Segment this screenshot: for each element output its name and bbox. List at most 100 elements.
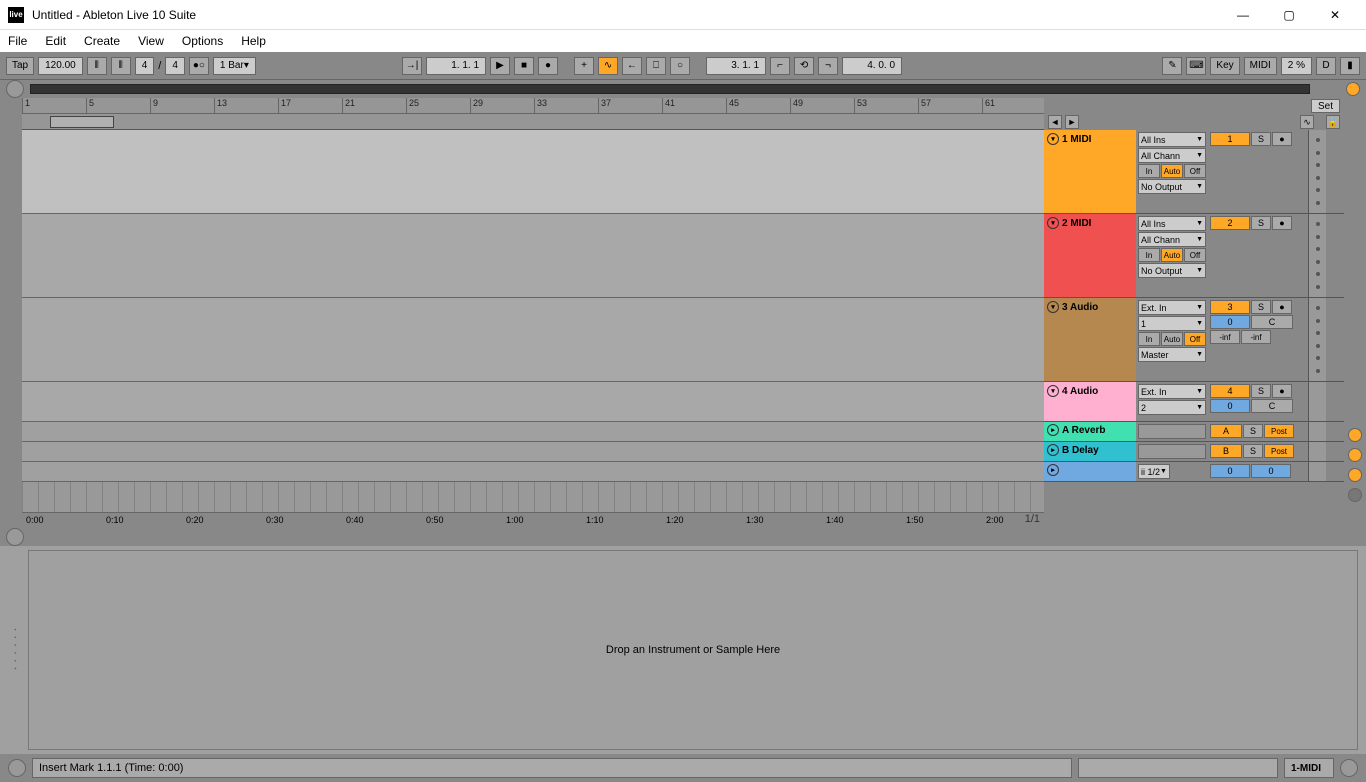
close-button[interactable]: ✕ (1312, 0, 1358, 30)
output-type-dropdown[interactable]: Master▼ (1138, 347, 1206, 362)
session-record-button[interactable]: ○ (670, 57, 690, 75)
device-drop-area[interactable]: • • • • • • Drop an Instrument or Sample… (28, 550, 1358, 750)
post-button[interactable]: Post (1264, 444, 1294, 458)
menu-help[interactable]: Help (241, 34, 266, 48)
monitor-off-button[interactable]: Off (1184, 332, 1206, 346)
automation-mode-icon[interactable]: ∿ (1300, 115, 1314, 129)
track-header-1[interactable]: ▾1 MIDI All Ins▼ All Chann▼ In Auto Off … (1044, 130, 1344, 214)
solo-button[interactable]: S (1251, 300, 1271, 314)
minimize-button[interactable]: — (1220, 0, 1266, 30)
track-header-4[interactable]: ▾4 Audio Ext. In▼ 2▼ 4 S ● 0 C (1044, 382, 1344, 422)
tempo-nudge-up[interactable]: ⦀ (111, 57, 131, 75)
stop-button[interactable]: ■ (514, 57, 534, 75)
arrangement-loop-region[interactable] (50, 116, 114, 128)
punch-in-button[interactable]: ⌐ (770, 57, 790, 75)
send-b-value[interactable]: -inf (1241, 330, 1271, 344)
fold-icon[interactable]: ▸ (1047, 464, 1059, 476)
prev-locator-icon[interactable]: ◄ (1048, 115, 1062, 129)
midi-map-button[interactable]: MIDI (1244, 57, 1277, 75)
maximize-button[interactable]: ▢ (1266, 0, 1312, 30)
track-header-master[interactable]: ▸ ii 1/2▼ 0 0 (1044, 462, 1344, 482)
arm-button[interactable]: ● (1272, 132, 1292, 146)
automation-arm-button[interactable]: ∿ (598, 57, 618, 75)
track-header-return-a[interactable]: ▸A Reverb A S Post (1044, 422, 1344, 442)
set-locator-button[interactable]: Set (1311, 99, 1340, 113)
menu-file[interactable]: File (8, 34, 27, 48)
io-section-toggle-icon[interactable] (1348, 428, 1362, 442)
draw-mode-button[interactable]: ✎ (1162, 57, 1182, 75)
fold-icon[interactable]: ▾ (1047, 217, 1059, 229)
track-activator-button[interactable]: B (1210, 444, 1242, 458)
follow-button[interactable]: →| (402, 57, 422, 75)
track-lane-1[interactable] (22, 130, 1044, 214)
loop-button[interactable]: ⟲ (794, 57, 814, 75)
detail-toggle-icon[interactable] (1340, 759, 1358, 777)
tempo-nudge-down[interactable]: ⦀ (87, 57, 107, 75)
side-selector-top[interactable] (1346, 82, 1360, 96)
cue-out-dropdown[interactable]: ii 1/2▼ (1138, 464, 1170, 479)
track-activator-button[interactable]: 2 (1210, 216, 1250, 230)
fold-icon[interactable]: ▾ (1047, 301, 1059, 313)
send-a-value[interactable]: -inf (1210, 330, 1240, 344)
track-name[interactable]: A Reverb (1062, 425, 1106, 436)
output-type-dropdown[interactable]: No Output▼ (1138, 179, 1206, 194)
tap-tempo-button[interactable]: Tap (6, 57, 34, 75)
arrangement-overview[interactable] (30, 84, 1310, 94)
next-locator-icon[interactable]: ► (1065, 115, 1079, 129)
lock-envelopes-icon[interactable]: 🔒 (1326, 115, 1340, 129)
solo-button[interactable]: S (1243, 424, 1263, 438)
input-channel-dropdown[interactable]: All Chann▼ (1138, 148, 1206, 163)
fold-icon[interactable]: ▾ (1047, 133, 1059, 145)
track-header-return-b[interactable]: ▸B Delay B S Post (1044, 442, 1344, 462)
pan-knob[interactable]: C (1251, 399, 1293, 413)
arm-button[interactable]: ● (1272, 384, 1292, 398)
track-lane-return-b[interactable] (22, 442, 1044, 462)
return-section-toggle-icon[interactable] (1348, 448, 1362, 462)
quantize-menu[interactable]: 1 Bar ▾ (213, 57, 256, 75)
track-activator-button[interactable]: 4 (1210, 384, 1250, 398)
monitor-auto-button[interactable]: Auto (1161, 248, 1183, 262)
input-type-dropdown[interactable]: Ext. In▼ (1138, 300, 1206, 315)
return-io[interactable] (1138, 424, 1206, 439)
delay-section-toggle-icon[interactable] (1348, 488, 1362, 502)
loop-start[interactable]: 3. 1. 1 (706, 57, 766, 75)
solo-button[interactable]: S (1251, 216, 1271, 230)
input-channel-dropdown[interactable]: 2▼ (1138, 400, 1206, 415)
mixer-section-toggle-icon[interactable] (1348, 468, 1362, 482)
input-channel-dropdown[interactable]: 1▼ (1138, 316, 1206, 331)
solo-button[interactable]: S (1251, 384, 1271, 398)
monitor-off-button[interactable]: Off (1184, 164, 1206, 178)
arm-button[interactable]: ● (1272, 216, 1292, 230)
track-name[interactable]: 4 Audio (1062, 386, 1098, 397)
metronome-button[interactable]: ●○ (189, 57, 209, 75)
detail-view-toggle-icon[interactable] (6, 528, 24, 546)
arm-button[interactable]: ● (1272, 300, 1292, 314)
loop-length[interactable]: 4. 0. 0 (842, 57, 902, 75)
time-sig-numerator[interactable]: 4 (135, 57, 155, 75)
device-handle-icon[interactable]: • • • • • • (11, 629, 17, 672)
track-activator-button[interactable]: A (1210, 424, 1242, 438)
menu-view[interactable]: View (138, 34, 164, 48)
track-activator-button[interactable]: 1 (1210, 132, 1250, 146)
reenable-automation-button[interactable]: ← (622, 57, 642, 75)
master-volume-2[interactable]: 0 (1251, 464, 1291, 478)
track-activator-button[interactable]: 3 (1210, 300, 1250, 314)
tempo-value[interactable]: 120.00 (38, 57, 83, 75)
play-button[interactable]: ▶ (490, 57, 510, 75)
track-lanes-area[interactable] (22, 130, 1044, 512)
menu-edit[interactable]: Edit (45, 34, 66, 48)
track-header-3[interactable]: ▾3 Audio Ext. In▼ 1▼ In Auto Off Master▼… (1044, 298, 1344, 382)
computer-midi-keyboard-button[interactable]: ⌨ (1186, 57, 1206, 75)
send-knob[interactable]: 0 (1210, 315, 1250, 329)
monitor-in-button[interactable]: In (1138, 332, 1160, 346)
monitor-in-button[interactable]: In (1138, 164, 1160, 178)
time-ruler[interactable]: 1/1 0:000:100:200:300:400:501:001:101:20… (22, 512, 1044, 528)
track-lane-4[interactable] (22, 382, 1044, 422)
solo-button[interactable]: S (1243, 444, 1263, 458)
record-button[interactable]: ● (538, 57, 558, 75)
input-type-dropdown[interactable]: Ext. In▼ (1138, 384, 1206, 399)
capture-button[interactable]: ⎕ (646, 57, 666, 75)
monitor-off-button[interactable]: Off (1184, 248, 1206, 262)
punch-out-button[interactable]: ¬ (818, 57, 838, 75)
track-name[interactable]: 2 MIDI (1062, 218, 1091, 229)
